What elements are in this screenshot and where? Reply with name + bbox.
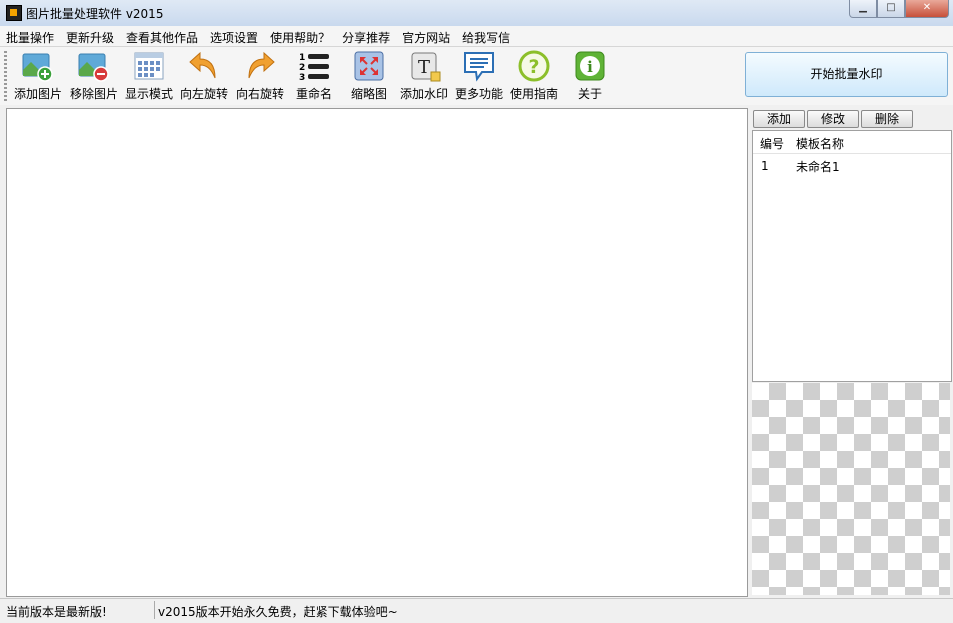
maximize-button[interactable]: □ <box>877 0 905 18</box>
add-image-icon <box>21 50 55 82</box>
numbered-list-icon: 1 2 3 <box>297 50 331 83</box>
remove-image-button[interactable]: 移除图片 <box>70 50 118 102</box>
image-list-area[interactable] <box>6 108 748 597</box>
status-divider <box>154 601 155 619</box>
rename-label: 重命名 <box>296 87 333 101</box>
more-features-button[interactable]: 更多功能 <box>455 50 503 102</box>
template-add-button[interactable]: 添加 <box>753 110 805 128</box>
version-status: 当前版本是最新版! <box>6 605 107 619</box>
help-icon: ? <box>517 50 551 82</box>
column-name-header[interactable]: 模板名称 <box>796 135 844 152</box>
rename-icon-number-1: 1 <box>299 53 305 63</box>
thumbnail-icon <box>352 50 386 82</box>
rotate-right-label: 向右旋转 <box>236 87 285 101</box>
add-image-label: 添加图片 <box>14 87 63 101</box>
info-icon: i <box>573 50 607 82</box>
remove-image-icon <box>77 50 111 82</box>
template-row-name: 未命名1 <box>796 160 840 174</box>
watermark-preview <box>752 383 950 595</box>
rotate-left-button[interactable]: 向左旋转 <box>180 50 228 102</box>
status-bar: 当前版本是最新版! v2015版本开始永久免费，赶紧下载体验吧~ <box>0 598 953 623</box>
user-guide-button[interactable]: ? 使用指南 <box>510 50 558 102</box>
menu-update[interactable]: 更新升级 <box>60 26 120 46</box>
rename-icon-number-3: 3 <box>299 73 305 82</box>
speech-bubble-icon <box>462 50 496 82</box>
template-delete-button[interactable]: 删除 <box>861 110 913 128</box>
rotate-right-button[interactable]: 向右旋转 <box>236 50 284 102</box>
rename-icon-number-2: 2 <box>299 63 305 73</box>
title-bar: 图片批量处理软件 v2015 ▁ □ ✕ <box>0 0 953 27</box>
menu-other-works[interactable]: 查看其他作品 <box>120 26 204 46</box>
about-label: 关于 <box>577 87 602 101</box>
menu-settings[interactable]: 选项设置 <box>204 26 264 46</box>
window-title: 图片批量处理软件 v2015 <box>26 7 164 21</box>
rename-button[interactable]: 1 2 3 重命名 <box>296 50 332 102</box>
menu-share[interactable]: 分享推荐 <box>336 26 396 46</box>
menu-bar: 批量操作 更新升级 查看其他作品 选项设置 使用帮助？ 分享推荐 官方网站 给我… <box>0 26 953 47</box>
menu-batch-operation[interactable]: 批量操作 <box>0 26 60 46</box>
display-mode-button[interactable]: 显示模式 <box>125 50 173 102</box>
menu-contact[interactable]: 给我写信 <box>456 26 516 46</box>
toolbar-grip[interactable] <box>4 51 7 101</box>
template-list-header: 编号 模板名称 <box>753 131 951 154</box>
rotate-left-icon <box>187 50 221 82</box>
rotate-right-icon <box>243 50 277 82</box>
add-image-button[interactable]: 添加图片 <box>14 50 62 102</box>
rotate-left-label: 向左旋转 <box>180 87 229 101</box>
template-row-id: 1 <box>761 159 769 173</box>
add-watermark-label: 添加水印 <box>400 87 449 101</box>
minimize-button[interactable]: ▁ <box>849 0 877 18</box>
text-watermark-icon: T <box>407 50 441 82</box>
template-list[interactable]: 编号 模板名称 1 未命名1 <box>752 130 952 382</box>
help-icon-mark: ? <box>528 56 539 78</box>
menu-website[interactable]: 官方网站 <box>396 26 456 46</box>
thumbnail-label: 缩略图 <box>351 87 388 101</box>
start-batch-watermark-button[interactable]: 开始批量水印 <box>745 52 948 97</box>
column-id-header[interactable]: 编号 <box>760 135 784 152</box>
user-guide-label: 使用指南 <box>510 87 559 101</box>
watermark-icon-letter: T <box>418 57 430 78</box>
close-button[interactable]: ✕ <box>905 0 949 18</box>
grid-view-icon <box>132 50 166 82</box>
menu-help[interactable]: 使用帮助？ <box>264 26 336 46</box>
window-controls: ▁ □ ✕ <box>849 0 949 18</box>
remove-image-label: 移除图片 <box>70 87 119 101</box>
display-mode-label: 显示模式 <box>125 87 174 101</box>
app-icon <box>6 5 22 21</box>
about-button[interactable]: i 关于 <box>573 50 607 102</box>
more-features-label: 更多功能 <box>455 87 504 101</box>
add-watermark-button[interactable]: T 添加水印 <box>400 50 448 102</box>
info-icon-mark: i <box>587 58 593 76</box>
thumbnail-button[interactable]: 缩略图 <box>351 50 387 102</box>
promo-status: v2015版本开始永久免费，赶紧下载体验吧~ <box>158 605 398 619</box>
template-modify-button[interactable]: 修改 <box>807 110 859 128</box>
